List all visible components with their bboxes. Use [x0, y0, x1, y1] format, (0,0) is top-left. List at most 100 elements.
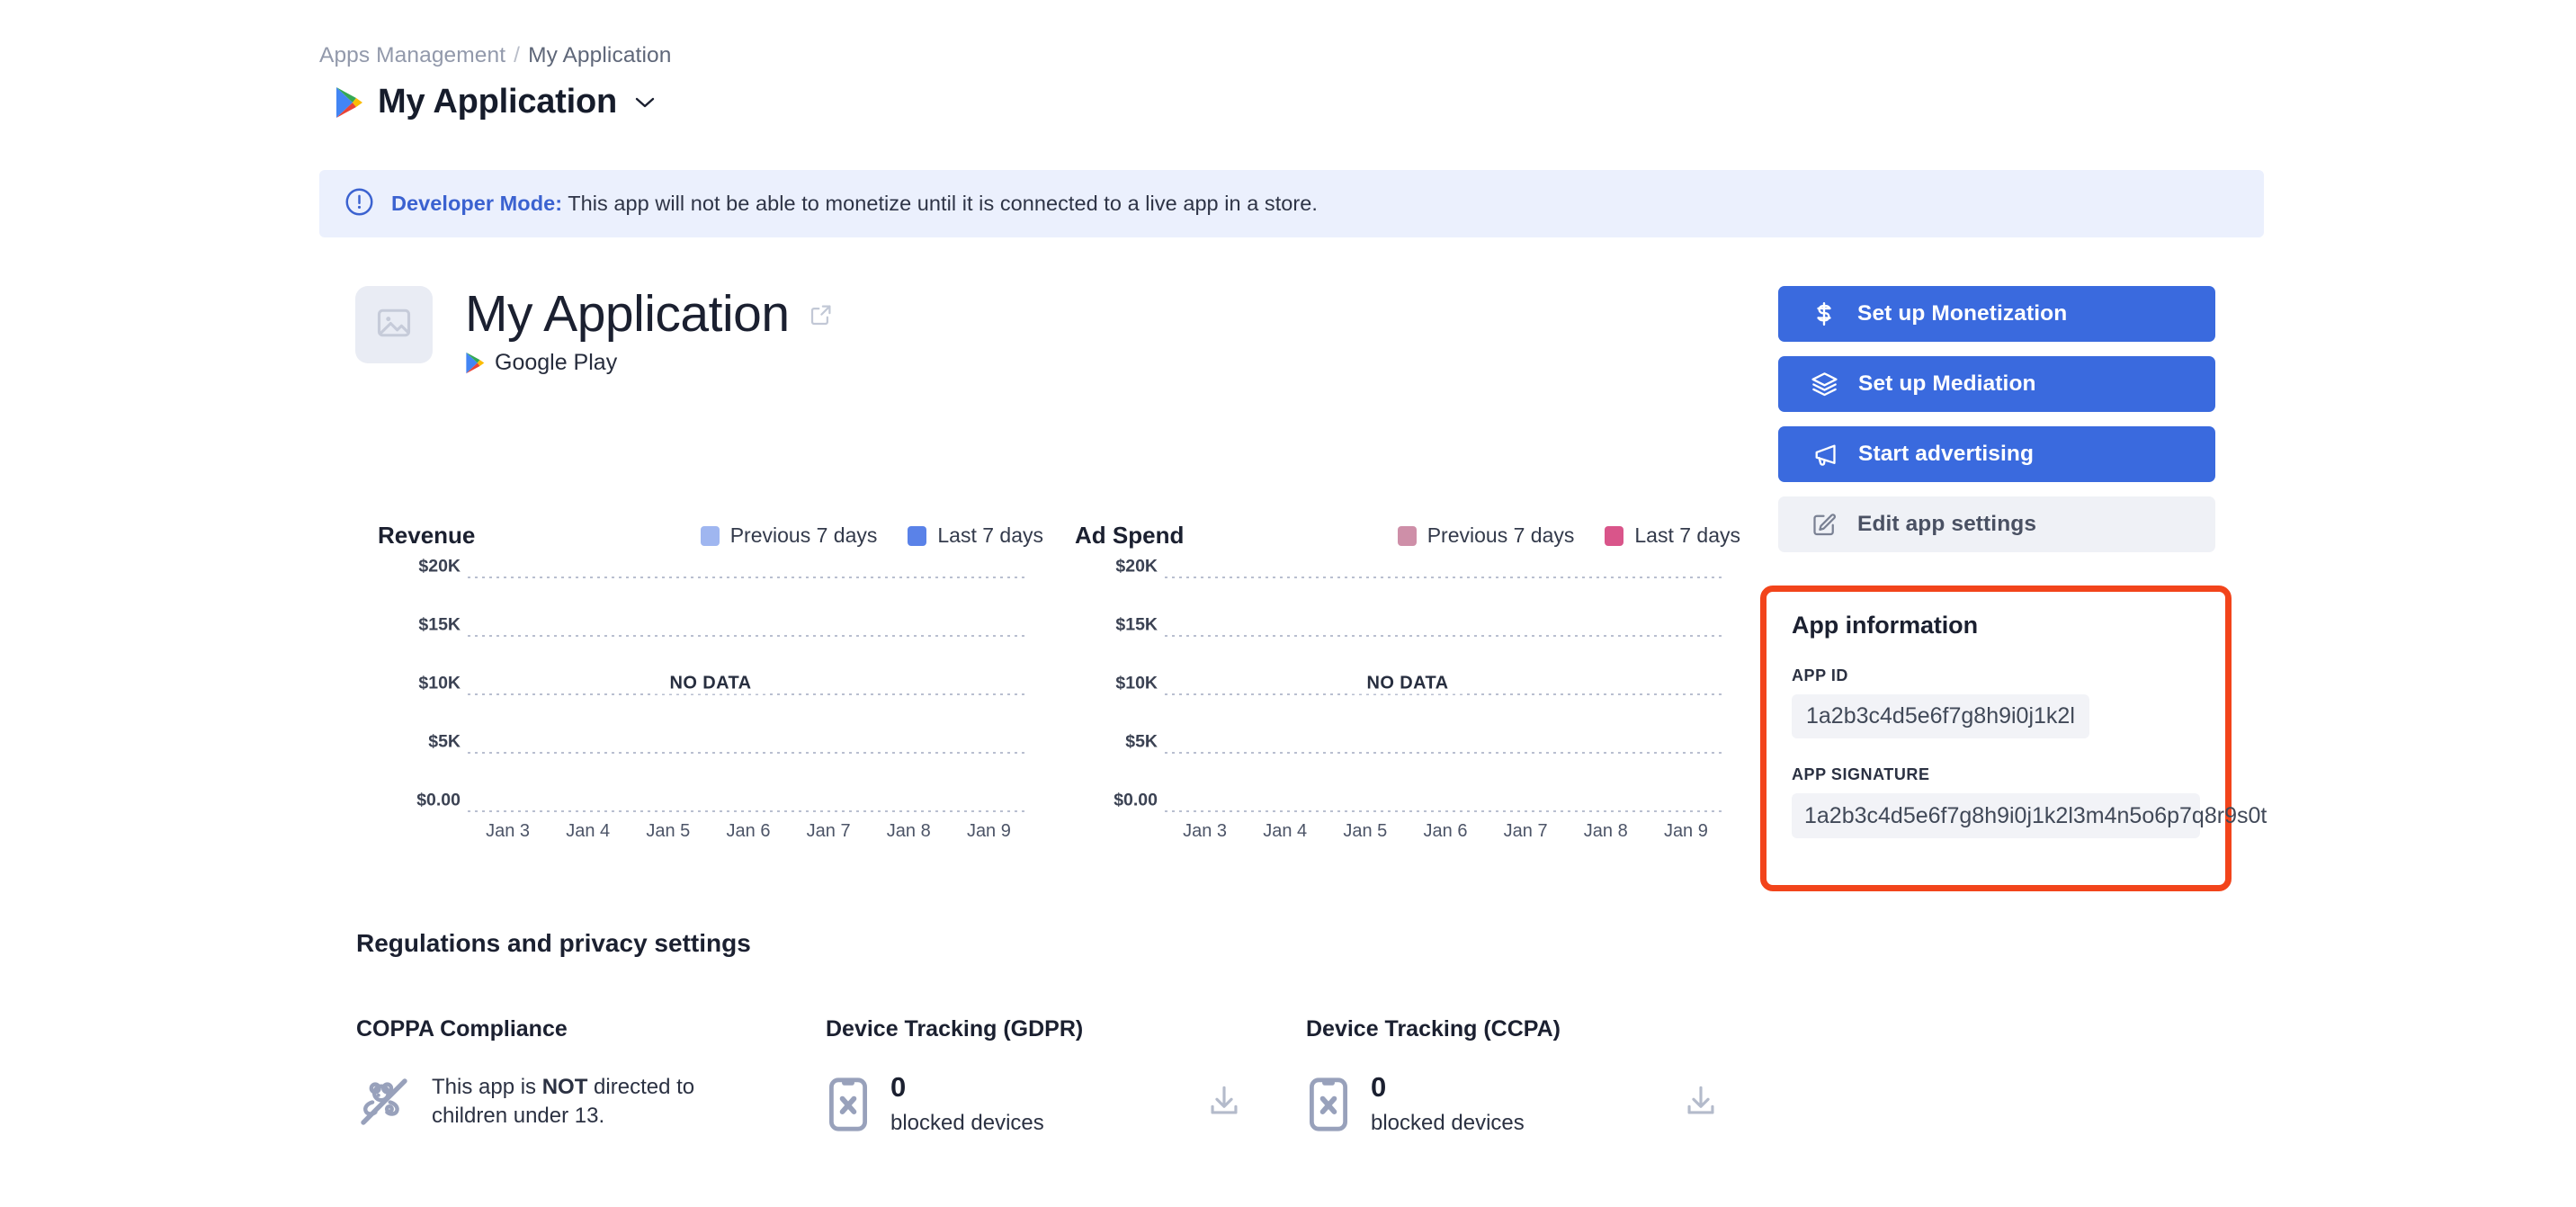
google-play-icon — [335, 86, 363, 119]
revenue-no-data-message: NO DATA — [653, 673, 768, 694]
breadcrumb-parent-link[interactable]: Apps Management — [319, 43, 505, 68]
download-icon — [1682, 1082, 1720, 1120]
app-store-name: Google Play — [495, 349, 618, 375]
download-gdpr-button[interactable] — [1205, 1082, 1243, 1120]
x-tick-label: Jan 3 — [486, 821, 531, 841]
chevron-down-icon[interactable] — [631, 96, 655, 109]
edit-app-settings-label: Edit app settings — [1857, 512, 2037, 536]
teddy-bear-slash-icon — [356, 1074, 412, 1130]
legend-swatch-previous — [700, 525, 720, 546]
revenue-chart-header: Revenue Previous 7 days Last 7 days — [378, 522, 1043, 550]
x-tick-label: Jan 7 — [1503, 821, 1548, 841]
legend-item-previous[interactable]: Previous 7 days — [700, 523, 878, 548]
gridline — [468, 810, 1029, 812]
x-tick-label: Jan 8 — [1583, 821, 1628, 841]
ad-spend-plot-area: $20K $15K $10K NO DATA $5K $0.00 Jan 3 J… — [1075, 557, 1740, 841]
gdpr-blocked-label: blocked devices — [890, 1111, 1044, 1135]
start-advertising-button[interactable]: Start advertising — [1778, 426, 2215, 482]
app-name: My Application — [465, 285, 790, 343]
legend-swatch-previous — [1397, 525, 1417, 546]
revenue-chart: Revenue Previous 7 days Last 7 days $20K… — [378, 522, 1043, 841]
coppa-compliance-block: COPPA Compliance This app is NOT directe… — [356, 1016, 779, 1131]
y-tick-label: $0.00 — [416, 790, 461, 810]
ccpa-blocked-label: blocked devices — [1371, 1111, 1525, 1135]
legend-swatch-last — [908, 525, 927, 546]
legend-label-last: Last 7 days — [937, 523, 1043, 547]
revenue-x-axis: Jan 3 Jan 4 Jan 5 Jan 6 Jan 7 Jan 8 Jan … — [468, 821, 1029, 842]
ad-spend-x-axis: Jan 3 Jan 4 Jan 5 Jan 6 Jan 7 Jan 8 Jan … — [1165, 821, 1726, 842]
download-ccpa-button[interactable] — [1682, 1082, 1720, 1120]
developer-mode-text: Developer Mode: This app will not be abl… — [391, 192, 1318, 216]
image-placeholder-icon — [374, 303, 414, 347]
legend-item-last[interactable]: Last 7 days — [908, 523, 1043, 548]
y-tick-label: $20K — [1115, 556, 1158, 577]
x-tick-label: Jan 7 — [806, 821, 851, 841]
regulations-section-title: Regulations and privacy settings — [356, 929, 751, 957]
download-icon — [1205, 1082, 1243, 1120]
info-circle-icon — [344, 187, 374, 221]
y-tick-label: $15K — [1115, 614, 1158, 635]
x-tick-label: Jan 6 — [1423, 821, 1468, 841]
legend-label-last: Last 7 days — [1634, 523, 1740, 547]
start-advertising-label: Start advertising — [1858, 442, 2035, 466]
gridline — [1165, 752, 1726, 754]
ad-spend-chart-legend: Previous 7 days Last 7 days — [1397, 523, 1740, 548]
gridline — [468, 752, 1029, 754]
edit-app-settings-button[interactable]: Edit app settings — [1778, 496, 2215, 552]
app-information-card: App information APP ID 1a2b3c4d5e6f7g8h9… — [1760, 586, 2267, 891]
set-up-monetization-label: Set up Monetization — [1857, 301, 2068, 326]
y-tick-label: $15K — [418, 614, 461, 635]
x-tick-label: Jan 4 — [1263, 821, 1308, 841]
legend-label-previous: Previous 7 days — [729, 523, 878, 547]
breadcrumb-current: My Application — [528, 43, 672, 67]
gdpr-title: Device Tracking (GDPR) — [826, 1016, 1084, 1042]
ccpa-blocked-count: 0 — [1371, 1071, 1387, 1103]
coppa-text-pre: This app is — [432, 1075, 542, 1099]
app-signature-label: APP SIGNATURE — [1792, 764, 1930, 783]
coppa-text-bold: NOT — [541, 1075, 588, 1099]
y-tick-label: $5K — [428, 731, 461, 752]
revenue-chart-legend: Previous 7 days Last 7 days — [700, 523, 1043, 548]
revenue-chart-title: Revenue — [378, 522, 476, 549]
x-tick-label: Jan 3 — [1183, 821, 1228, 841]
legend-swatch-last — [1605, 525, 1624, 546]
gridline — [1165, 577, 1726, 578]
legend-item-last[interactable]: Last 7 days — [1605, 523, 1740, 548]
developer-mode-message: This app will not be able to monetize un… — [562, 192, 1318, 215]
gridline — [468, 577, 1029, 578]
external-link-icon[interactable] — [808, 301, 835, 328]
gdpr-blocked-count: 0 — [890, 1071, 907, 1103]
pencil-square-icon — [1811, 511, 1838, 538]
x-tick-label: Jan 6 — [726, 821, 771, 841]
ad-spend-chart-title: Ad Spend — [1075, 522, 1185, 549]
legend-item-previous[interactable]: Previous 7 days — [1397, 523, 1574, 548]
dollar-icon — [1811, 300, 1838, 327]
app-hero: My Application Google Play — [355, 286, 835, 376]
app-thumbnail — [355, 286, 433, 363]
page-title-row: My Application — [335, 83, 655, 121]
app-signature-value[interactable]: 1a2b3c4d5e6f7g8h9i0j1k2l3m4n5o6p7q8r9s0t — [1792, 792, 2267, 838]
x-tick-label: Jan 9 — [966, 821, 1011, 841]
app-overview-page: Apps Management / My Application My Appl… — [0, 0, 2576, 1207]
x-tick-label: Jan 9 — [1663, 821, 1708, 841]
coppa-title: COPPA Compliance — [356, 1016, 568, 1042]
app-actions: Set up Monetization Set up Mediation Sta… — [1778, 286, 2215, 567]
x-tick-label: Jan 5 — [1343, 821, 1388, 841]
google-play-icon — [465, 352, 485, 374]
phone-blocked-icon — [826, 1077, 871, 1132]
x-tick-label: Jan 4 — [566, 821, 611, 841]
coppa-description: This app is NOT directed to children und… — [432, 1073, 738, 1131]
x-tick-label: Jan 5 — [646, 821, 691, 841]
set-up-monetization-button[interactable]: Set up Monetization — [1778, 286, 2215, 342]
y-tick-label: $10K — [1115, 673, 1158, 693]
y-tick-label: $0.00 — [1114, 790, 1158, 810]
megaphone-icon — [1811, 441, 1838, 469]
layers-icon — [1811, 371, 1838, 398]
app-id-value[interactable]: 1a2b3c4d5e6f7g8h9i0j1k2l — [1792, 694, 2089, 738]
phone-blocked-icon — [1306, 1077, 1351, 1132]
ad-spend-chart-header: Ad Spend Previous 7 days Last 7 days — [1075, 522, 1740, 550]
set-up-mediation-label: Set up Mediation — [1858, 371, 2036, 396]
device-tracking-ccpa-block: Device Tracking (CCPA) 0 blocked devices — [1306, 1016, 1729, 1136]
set-up-mediation-button[interactable]: Set up Mediation — [1778, 356, 2215, 412]
breadcrumb-separator: / — [514, 43, 521, 67]
